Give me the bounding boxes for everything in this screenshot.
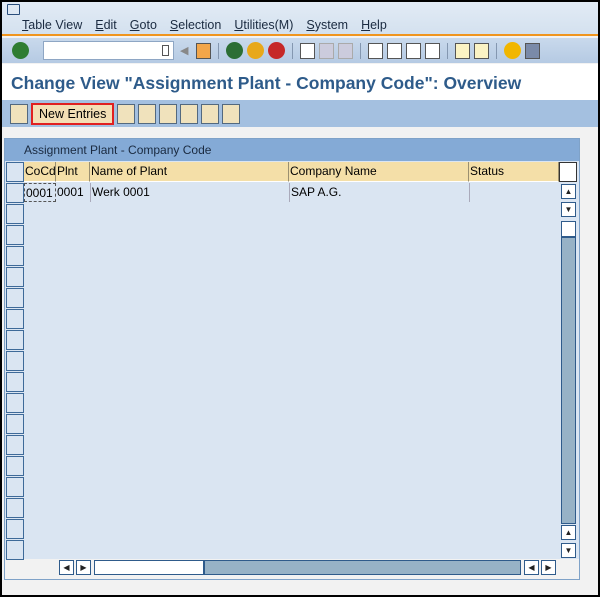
deselect-all-icon[interactable]	[222, 103, 241, 124]
command-history-icon[interactable]	[162, 45, 169, 56]
new-entries-button[interactable]: New Entries	[31, 102, 115, 125]
row-selector[interactable]	[6, 540, 24, 560]
menu-table-view[interactable]: Table View	[22, 18, 82, 32]
row-selector[interactable]	[6, 435, 24, 455]
column-header-cocd[interactable]: CoCd	[24, 162, 56, 182]
find-icon	[319, 42, 335, 59]
table-settings-icon[interactable]	[559, 162, 577, 182]
menu-edit[interactable]: Edit	[95, 18, 117, 32]
row-selector[interactable]	[6, 477, 24, 497]
column-header-plnt[interactable]: Plnt	[56, 162, 90, 182]
horizontal-scroll-thumb[interactable]	[94, 560, 204, 575]
column-header-company-name[interactable]: Company Name	[289, 162, 469, 182]
last-page-icon[interactable]	[425, 42, 441, 59]
row-selector[interactable]	[6, 246, 24, 266]
row-selector[interactable]	[6, 414, 24, 434]
table-title: Assignment Plant - Company Code	[5, 139, 579, 161]
next-page-icon[interactable]	[406, 42, 422, 59]
command-field[interactable]	[43, 41, 174, 60]
scroll-up-icon[interactable]: ▲	[561, 184, 576, 199]
scroll-left-icon[interactable]: ◀	[524, 560, 539, 575]
row-selector[interactable]	[6, 519, 24, 539]
select-all-icon[interactable]	[180, 103, 199, 124]
cell-company-name[interactable]: SAP A.G.	[289, 183, 469, 202]
row-selector[interactable]	[6, 309, 24, 329]
menu-goto[interactable]: Goto	[130, 18, 157, 32]
layout-menu-icon[interactable]	[525, 42, 541, 59]
column-header-status[interactable]: Status	[469, 162, 559, 182]
first-page-icon[interactable]	[368, 42, 384, 59]
separator	[218, 42, 220, 59]
select-block-icon[interactable]	[201, 103, 220, 124]
scroll-down-icon[interactable]: ▼	[561, 543, 576, 558]
row-selector[interactable]	[6, 372, 24, 392]
help-icon[interactable]	[504, 42, 522, 59]
row-selector[interactable]	[6, 351, 24, 371]
row-selector[interactable]	[6, 225, 24, 245]
cell-plnt[interactable]: 0001	[56, 183, 90, 202]
row-selector[interactable]	[6, 456, 24, 476]
undo-change-icon[interactable]	[159, 103, 178, 124]
column-header-name-of-plant[interactable]: Name of Plant	[90, 162, 289, 182]
delete-icon[interactable]	[138, 103, 157, 124]
row-selector[interactable]	[6, 183, 24, 203]
copy-as-icon[interactable]	[117, 103, 136, 124]
save-icon[interactable]	[196, 42, 212, 59]
cell-cocd[interactable]: 0001	[24, 183, 56, 202]
previous-page-icon[interactable]	[387, 42, 403, 59]
row-selector[interactable]	[6, 498, 24, 518]
print-icon[interactable]	[300, 42, 316, 59]
scroll-left-icon[interactable]: ◀	[59, 560, 74, 575]
page-title: Change View "Assignment Plant - Company …	[2, 64, 598, 100]
menu-system[interactable]: System	[306, 18, 348, 32]
sap-window: Table View Edit Goto Selection Utilities…	[0, 0, 600, 597]
vertical-scroll-thumb[interactable]	[561, 221, 576, 237]
row-selector[interactable]	[6, 204, 24, 224]
row-selector[interactable]	[6, 330, 24, 350]
horizontal-scroll-track[interactable]	[204, 560, 521, 575]
new-session-icon[interactable]	[455, 42, 471, 59]
cell-name-of-plant[interactable]: Werk 0001	[90, 183, 289, 202]
table-panel: Assignment Plant - Company Code CoCd Pln…	[4, 138, 580, 580]
find-next-icon	[338, 42, 354, 59]
application-toolbar: New Entries	[2, 100, 598, 127]
scroll-right-icon[interactable]: ▶	[541, 560, 556, 575]
vertical-scroll-track[interactable]	[561, 237, 576, 524]
cell-status[interactable]	[469, 183, 559, 202]
shortcut-icon[interactable]	[474, 42, 490, 59]
exit-icon[interactable]	[247, 42, 265, 59]
separator	[447, 42, 449, 59]
separator	[496, 42, 498, 59]
collapse-icon[interactable]: ◀	[180, 44, 188, 57]
vertical-scrollbar[interactable]: ▲ ▼ ▲ ▼	[560, 183, 577, 559]
enter-check-icon[interactable]	[12, 42, 29, 59]
menu-bar: Table View Edit Goto Selection Utilities…	[2, 2, 598, 36]
row-selector[interactable]	[6, 288, 24, 308]
standard-toolbar: ◀	[2, 38, 598, 63]
row-selector[interactable]	[6, 393, 24, 413]
menu-help[interactable]: Help	[361, 18, 387, 32]
scroll-right-icon[interactable]: ▶	[76, 560, 91, 575]
table-grid: CoCd Plnt Name of Plant Company Name Sta…	[5, 161, 579, 560]
system-menu-icon[interactable]	[7, 4, 20, 15]
display-change-icon[interactable]	[10, 103, 28, 124]
row-selector[interactable]	[6, 267, 24, 287]
scroll-up-icon[interactable]: ▲	[561, 525, 576, 540]
scroll-down-icon[interactable]: ▼	[561, 202, 576, 217]
menu-utilities[interactable]: Utilities(M)	[234, 18, 293, 32]
select-all-rows[interactable]	[6, 162, 24, 182]
menu-selection[interactable]: Selection	[170, 18, 221, 32]
separator	[360, 42, 362, 59]
cancel-icon[interactable]	[268, 42, 286, 59]
back-icon[interactable]	[226, 42, 244, 59]
separator	[292, 42, 294, 59]
